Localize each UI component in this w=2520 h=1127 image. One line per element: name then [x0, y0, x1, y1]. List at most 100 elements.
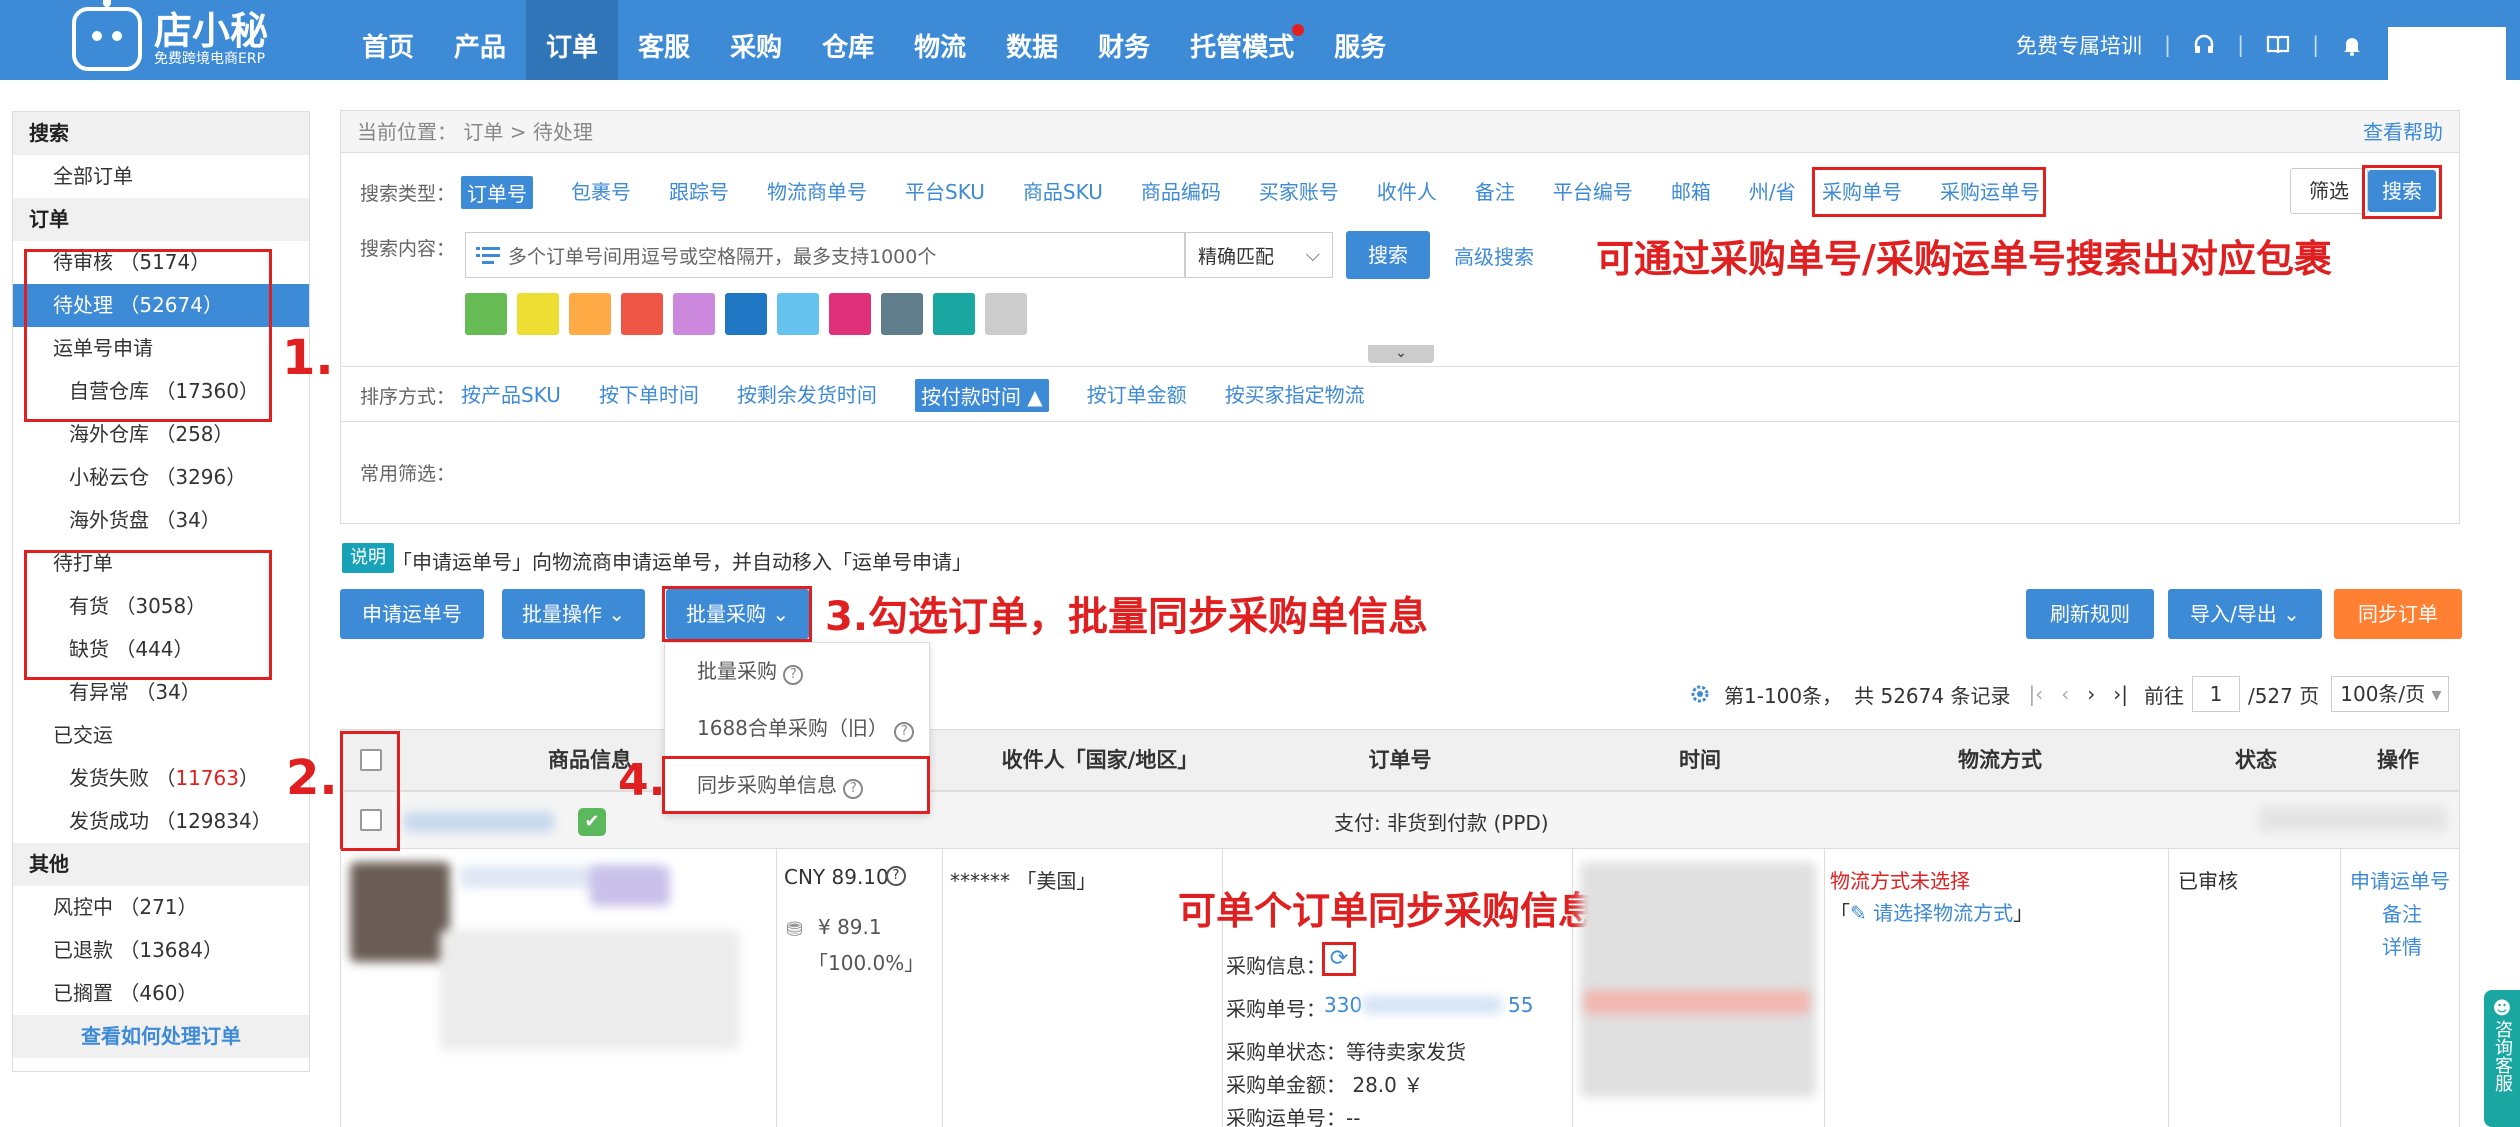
- apply-waybill-button[interactable]: 申请运单号: [340, 589, 484, 639]
- nav-item-8[interactable]: 财务: [1078, 0, 1170, 80]
- import-export-button[interactable]: 导入/导出 ⌄: [2168, 589, 2322, 639]
- sync-orders-button[interactable]: 同步订单: [2334, 589, 2462, 639]
- color-swatch-6[interactable]: [777, 293, 819, 335]
- color-swatch-8[interactable]: [881, 293, 923, 335]
- search-type-8[interactable]: 收件人: [1377, 176, 1437, 209]
- sort-option-4[interactable]: 按订单金额: [1087, 379, 1187, 412]
- nav-item-10[interactable]: 服务: [1314, 0, 1406, 80]
- search-type-4[interactable]: 平台SKU: [905, 176, 985, 209]
- color-swatch-1[interactable]: [517, 293, 559, 335]
- book-icon[interactable]: [2266, 34, 2290, 56]
- search-type-1[interactable]: 包裹号: [571, 176, 631, 209]
- color-swatch-3[interactable]: [621, 293, 663, 335]
- nav-item-1[interactable]: 产品: [434, 0, 526, 80]
- purchase-no-suffix[interactable]: 55: [1508, 993, 1533, 1017]
- headset-icon[interactable]: [2193, 34, 2215, 56]
- pagination: 第1-100条， 共 52674 条记录 |‹ ‹ › ›| 前往 1 /527…: [1688, 676, 2450, 712]
- color-swatch-7[interactable]: [829, 293, 871, 335]
- sidebar-item-refunded[interactable]: 已退款 （13684）: [13, 929, 309, 972]
- search-type-3[interactable]: 物流商单号: [767, 176, 867, 209]
- sort-option-1[interactable]: 按下单时间: [599, 379, 699, 412]
- help-link[interactable]: 查看帮助: [2363, 111, 2443, 153]
- sidebar-item-overseas-pallet[interactable]: 海外货盘 （34）: [13, 499, 309, 542]
- help-icon[interactable]: ?: [886, 866, 906, 886]
- highlight-box-purchase-types: [1812, 167, 2046, 217]
- import-export-label: 导入/导出: [2190, 602, 2277, 626]
- blurred-store-name: [404, 812, 554, 832]
- color-swatch-2[interactable]: [569, 293, 611, 335]
- search-type-2[interactable]: 跟踪号: [669, 176, 729, 209]
- user-avatar-area[interactable]: [2388, 27, 2506, 80]
- highlight-box-batch-purchase: [662, 586, 812, 642]
- sort-option-0[interactable]: 按产品SKU: [461, 379, 561, 412]
- dropdown-item-1688[interactable]: 1688合单采购（旧） ?: [665, 699, 929, 757]
- op-apply-waybill[interactable]: 申请运单号: [2350, 865, 2450, 894]
- customer-service-float[interactable]: ☻ 咨询客服: [2484, 990, 2520, 1127]
- sidebar-item-risk[interactable]: 风控中 （271）: [13, 886, 309, 929]
- sort-option-5[interactable]: 按买家指定物流: [1225, 379, 1365, 412]
- nav-item-6[interactable]: 物流: [894, 0, 986, 80]
- choose-logistics-link[interactable]: 「✎ 请选择物流方式」: [1830, 897, 2033, 926]
- nav-item-2[interactable]: 订单: [526, 0, 619, 80]
- search-type-6[interactable]: 商品编码: [1141, 176, 1221, 209]
- op-note[interactable]: 备注: [2382, 898, 2422, 927]
- last-page-icon[interactable]: ›|: [2113, 682, 2128, 706]
- refresh-rules-button[interactable]: 刷新规则: [2026, 589, 2154, 639]
- search-type-0[interactable]: 订单号: [461, 176, 534, 209]
- next-page-icon[interactable]: ›: [2087, 682, 2095, 706]
- sort-option-3[interactable]: 按付款时间 ▲: [914, 379, 1049, 412]
- col-status: 状态: [2235, 748, 2277, 772]
- dropdown-item-batch-purchase[interactable]: 批量采购 ?: [665, 643, 929, 699]
- howto-link[interactable]: 查看如何处理订单: [13, 1015, 309, 1058]
- search-type-7[interactable]: 买家账号: [1259, 176, 1339, 209]
- color-swatch-9[interactable]: [933, 293, 975, 335]
- color-swatch-10[interactable]: [985, 293, 1027, 335]
- sidebar-item-ship-failed[interactable]: 发货失败 （11763）: [13, 757, 309, 800]
- filter-button[interactable]: 筛选: [2290, 168, 2368, 214]
- search-input[interactable]: 多个订单号间用逗号或空格隔开，最多支持1000个: [465, 232, 1185, 278]
- sort-option-2[interactable]: 按剩余发货时间: [737, 379, 877, 412]
- color-swatch-0[interactable]: [465, 293, 507, 335]
- nav-item-7[interactable]: 数据: [986, 0, 1078, 80]
- sidebar-item-cloud-warehouse[interactable]: 小秘云仓 （3296）: [13, 456, 309, 499]
- gear-icon[interactable]: [1688, 682, 1712, 706]
- search-type-11[interactable]: 邮箱: [1671, 176, 1711, 209]
- nav-item-0[interactable]: 首页: [342, 0, 434, 80]
- prev-page-icon[interactable]: ‹: [2061, 682, 2069, 706]
- sidebar-item-shelved[interactable]: 已搁置 （460）: [13, 972, 309, 1015]
- nav-item-3[interactable]: 客服: [618, 0, 710, 80]
- logistics-unset: 物流方式未选择: [1830, 869, 1970, 893]
- search-button[interactable]: 搜索: [1346, 231, 1430, 279]
- nav-item-4[interactable]: 采购: [710, 0, 802, 80]
- search-type-9[interactable]: 备注: [1475, 176, 1515, 209]
- search-type-5[interactable]: 商品SKU: [1023, 176, 1103, 209]
- nav-item-9[interactable]: 托管模式: [1170, 0, 1314, 80]
- search-type-12[interactable]: 州/省: [1749, 176, 1796, 209]
- sidebar-item-shipped[interactable]: 已交运: [13, 714, 309, 757]
- advanced-search-link[interactable]: 高级搜索: [1454, 241, 1534, 270]
- per-page-select[interactable]: 100条/页 ▾: [2331, 676, 2450, 712]
- purchase-no-prefix[interactable]: 330: [1324, 993, 1362, 1017]
- batch-op-button[interactable]: 批量操作 ⌄: [502, 589, 646, 639]
- sync-purchase-icon[interactable]: ⟳: [1322, 942, 1356, 976]
- op-detail[interactable]: 详情: [2382, 931, 2422, 960]
- sidebar-item-ship-success[interactable]: 发货成功 （129834）: [13, 800, 309, 843]
- color-swatch-5[interactable]: [725, 293, 767, 335]
- logo[interactable]: 店小秘 免费跨境电商ERP: [72, 0, 268, 74]
- training-link[interactable]: 免费专属培训: [2016, 30, 2142, 60]
- match-select[interactable]: 精确匹配 ⌵: [1185, 232, 1333, 278]
- col-time: 时间: [1679, 748, 1721, 772]
- top-navbar: 店小秘 免费跨境电商ERP 首页 产品 订单 客服 采购 仓库 物流 数据 财务 托管模式 服务 免…: [0, 0, 2520, 80]
- nav-item-5[interactable]: 仓库: [802, 0, 894, 80]
- color-swatch-4[interactable]: [673, 293, 715, 335]
- notice-tag: 说明: [342, 543, 394, 573]
- sidebar-item-all-orders[interactable]: 全部订单: [13, 155, 309, 198]
- search-type-10[interactable]: 平台编号: [1553, 176, 1633, 209]
- collapse-toggle[interactable]: ⌄: [1368, 345, 1434, 363]
- bell-icon[interactable]: [2341, 34, 2363, 56]
- chevron-down-icon: ⌄: [1395, 345, 1407, 361]
- blurred-info: [2258, 806, 2448, 832]
- page-input[interactable]: 1: [2191, 676, 2240, 712]
- sidebar-section-search: 搜索: [13, 112, 309, 155]
- first-page-icon[interactable]: |‹: [2028, 682, 2043, 706]
